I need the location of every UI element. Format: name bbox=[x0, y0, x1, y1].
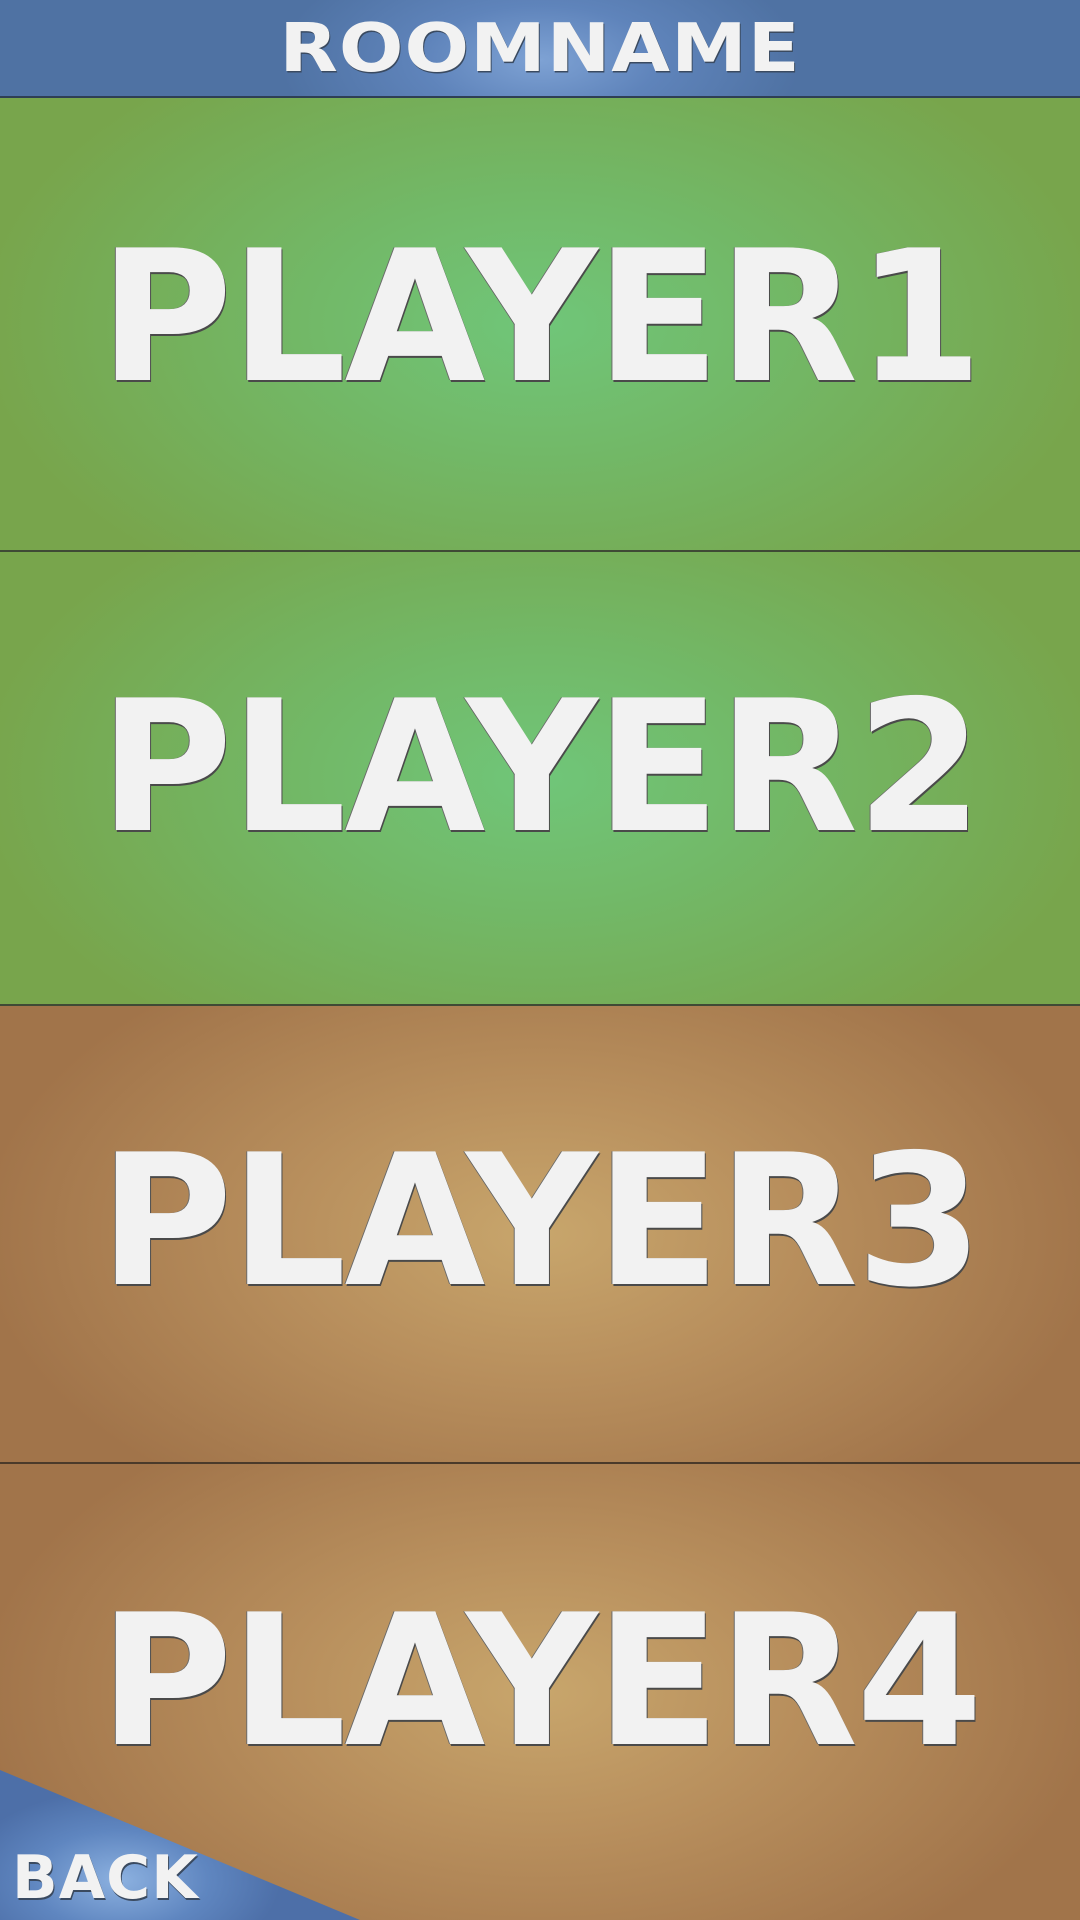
player-slot-1[interactable]: PLAYER1 bbox=[0, 98, 1080, 552]
room-header: ROOMNAME bbox=[0, 0, 1080, 98]
back-button[interactable]: BACK bbox=[0, 1770, 360, 1920]
player-slot-2-name: PLAYER2 bbox=[99, 661, 983, 873]
room-name-title: ROOMNAME bbox=[279, 8, 801, 87]
player-slot-2[interactable]: PLAYER2 bbox=[0, 552, 1080, 1006]
player-slot-3-name: PLAYER3 bbox=[99, 1115, 983, 1327]
back-button-label: BACK bbox=[12, 1843, 199, 1913]
player-slot-1-name: PLAYER1 bbox=[99, 211, 983, 423]
lobby-screen: ROOMNAME PLAYER1 PLAYER2 PLAYER3 PLAYER4… bbox=[0, 0, 1080, 1920]
player-slot-4-name: PLAYER4 bbox=[99, 1575, 983, 1787]
player-slot-3[interactable]: PLAYER3 bbox=[0, 1006, 1080, 1464]
